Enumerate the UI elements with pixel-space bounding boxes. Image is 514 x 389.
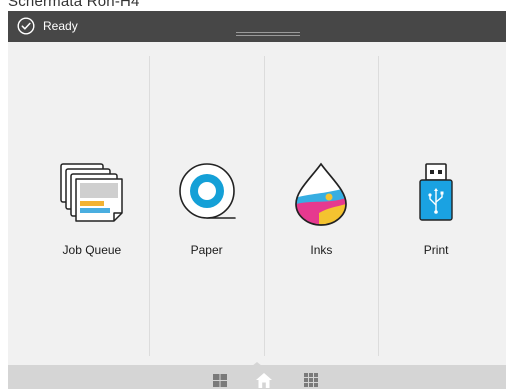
tile-label: Print (423, 243, 449, 257)
document-caption: Schermata Ron-H4 (8, 0, 140, 10)
pull-down-handle[interactable] (236, 32, 300, 37)
home-icon[interactable] (255, 371, 273, 389)
usb-drive-icon (419, 163, 453, 221)
check-circle-icon (17, 17, 35, 35)
selected-indicator (252, 362, 262, 366)
tile-label: Paper (190, 243, 223, 257)
tile-inks[interactable]: Inks (263, 56, 379, 356)
paper-roll-icon (178, 163, 236, 219)
status-bar[interactable]: Ready (8, 11, 506, 42)
tile-job-queue[interactable]: Job Queue (35, 56, 149, 356)
tile-label: Job Queue (62, 243, 122, 257)
tile-print[interactable]: Print (378, 56, 493, 356)
job-queue-icon (60, 163, 123, 222)
widgets-icon[interactable] (211, 371, 229, 389)
ink-drop-icon (295, 162, 348, 226)
tile-paper[interactable]: Paper (148, 56, 264, 356)
app-tiles: Job Queue Paper Inks Print (35, 56, 493, 356)
status-text: Ready (43, 19, 78, 33)
tile-label: Inks (310, 243, 333, 257)
printer-home-screen: Ready Job Queue Paper Inks Print (8, 11, 506, 389)
apps-grid-icon[interactable] (302, 371, 320, 389)
